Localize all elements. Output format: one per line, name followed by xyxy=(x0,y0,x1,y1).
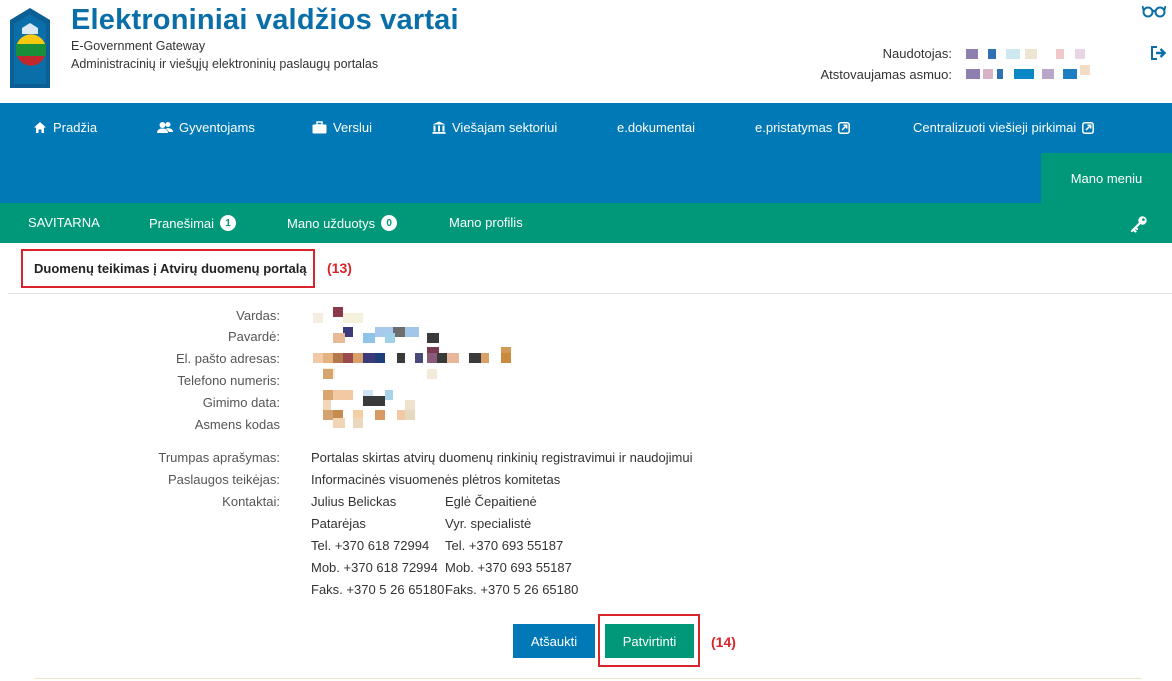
contact-2-tel: Tel. +370 693 55187 xyxy=(445,538,564,553)
footer-divider xyxy=(35,678,1142,679)
site-subtitle-lt: Administracinių ir viešųjų elektroninių … xyxy=(71,57,379,71)
contact-1-tel: Tel. +370 618 72994 xyxy=(311,538,430,553)
nav-item-label: e.pristatymas xyxy=(755,120,833,135)
accessibility-glasses-icon[interactable] xyxy=(1142,4,1166,18)
contact-1-role: Patarėjas xyxy=(311,516,366,531)
external-link-icon xyxy=(838,121,851,134)
subnav-item-savitarna[interactable]: SAVITARNA xyxy=(28,215,100,230)
nav-item-label: Verslui xyxy=(333,120,373,135)
page-title-highlight: Duomenų teikimas į Atvirų duomenų portal… xyxy=(21,249,315,288)
user-label: Naudotojas: xyxy=(882,46,952,61)
nav-item-verslui[interactable]: Verslui xyxy=(312,120,372,135)
logout-icon[interactable] xyxy=(1150,45,1166,61)
nav-item-label: Gyventojams xyxy=(179,120,255,135)
annotation-13: (13) xyxy=(327,260,352,276)
represented-label: Atstovaujamas asmuo: xyxy=(820,67,952,82)
site-header: Elektroniniai valdžios vartai E-Governme… xyxy=(0,0,1172,103)
contact-2-name: Eglė Čepaitienė xyxy=(445,494,537,509)
confirm-button[interactable]: Patvirtinti xyxy=(605,624,694,658)
institution-icon xyxy=(432,121,446,134)
main-navigation: Pradžia Gyventojams Verslui Viešajam sek… xyxy=(0,103,1172,203)
subnav-item-pranesimai[interactable]: Pranešimai 1 xyxy=(149,215,237,231)
nav-item-e-pristatymas[interactable]: e.pristatymas xyxy=(755,120,851,135)
field-label-birthdate: Gimimo data: xyxy=(202,395,280,410)
nav-item-centralizuoti-pirkimai[interactable]: Centralizuoti viešieji pirkimai xyxy=(913,120,1095,135)
contact-1-fax: Faks. +370 5 26 65180 xyxy=(311,582,445,597)
subnav-item-label: Pranešimai xyxy=(149,215,215,231)
cancel-button[interactable]: Atšaukti xyxy=(513,624,595,658)
notification-count-badge: 1 xyxy=(220,215,237,231)
briefcase-icon xyxy=(312,121,327,134)
provider-label: Paslaugos teikėjas: xyxy=(167,472,280,487)
nav-item-gyventojams[interactable]: Gyventojams xyxy=(157,120,255,135)
contacts-label: Kontaktai: xyxy=(222,494,280,509)
field-label-pavarde: Pavardė: xyxy=(227,329,280,344)
contact-1-mob: Mob. +370 618 72994 xyxy=(311,560,438,575)
mano-meniu-tab[interactable]: Mano meniu xyxy=(1041,153,1172,203)
field-label-vardas: Vardas: xyxy=(236,308,280,323)
annotation-14: (14) xyxy=(711,634,736,650)
contact-2-role: Vyr. specialistė xyxy=(445,516,532,531)
nav-item-pradzia[interactable]: Pradžia xyxy=(33,120,97,135)
title-divider xyxy=(8,293,1172,294)
contact-2-fax: Faks. +370 5 26 65180 xyxy=(445,582,579,597)
provider-value: Informacinės visuomenės plėtros komiteta… xyxy=(311,472,561,487)
home-icon xyxy=(34,122,46,133)
subnav-item-label: Mano užduotys xyxy=(287,215,376,231)
subnav-item-mano-uzduotys[interactable]: Mano užduotys 0 xyxy=(287,215,398,231)
subnav-item-mano-profilis[interactable]: Mano profilis xyxy=(449,215,523,230)
key-icon[interactable] xyxy=(1130,215,1148,233)
gateway-logo[interactable] xyxy=(4,6,56,94)
sub-navigation: SAVITARNA Pranešimai 1 Mano užduotys 0 M… xyxy=(0,203,1172,243)
site-subtitle-en: E-Government Gateway xyxy=(71,39,206,53)
subnav-item-label: Mano profilis xyxy=(449,215,523,230)
contact-2-mob: Mob. +370 693 55187 xyxy=(445,560,572,575)
nav-item-label: Centralizuoti viešieji pirkimai xyxy=(913,120,1077,135)
field-label-personal-code: Asmens kodas xyxy=(194,417,280,432)
task-count-badge: 0 xyxy=(381,215,398,231)
field-label-email: El. pašto adresas: xyxy=(175,351,280,366)
description-label: Trumpas aprašymas: xyxy=(158,450,280,465)
site-title: Elektroniniai valdžios vartai xyxy=(71,4,459,36)
nav-item-viesajam-sektoriui[interactable]: Viešajam sektoriui xyxy=(432,120,557,135)
contact-1-name: Julius Belickas xyxy=(311,494,397,509)
external-link-icon xyxy=(1082,121,1095,134)
nav-item-label: Pradžia xyxy=(53,120,98,135)
description-value: Portalas skirtas atvirų duomenų rinkinių… xyxy=(311,450,693,465)
nav-item-e-dokumentai[interactable]: e.dokumentai xyxy=(617,120,695,135)
field-label-phone: Telefono numeris: xyxy=(177,373,280,388)
nav-item-label: e.dokumentai xyxy=(617,120,696,135)
nav-item-label: Viešajam sektoriui xyxy=(452,120,558,135)
subnav-item-label: SAVITARNA xyxy=(28,215,100,230)
users-icon xyxy=(157,122,173,133)
page-title: Duomenų teikimas į Atvirų duomenų portal… xyxy=(34,261,307,276)
